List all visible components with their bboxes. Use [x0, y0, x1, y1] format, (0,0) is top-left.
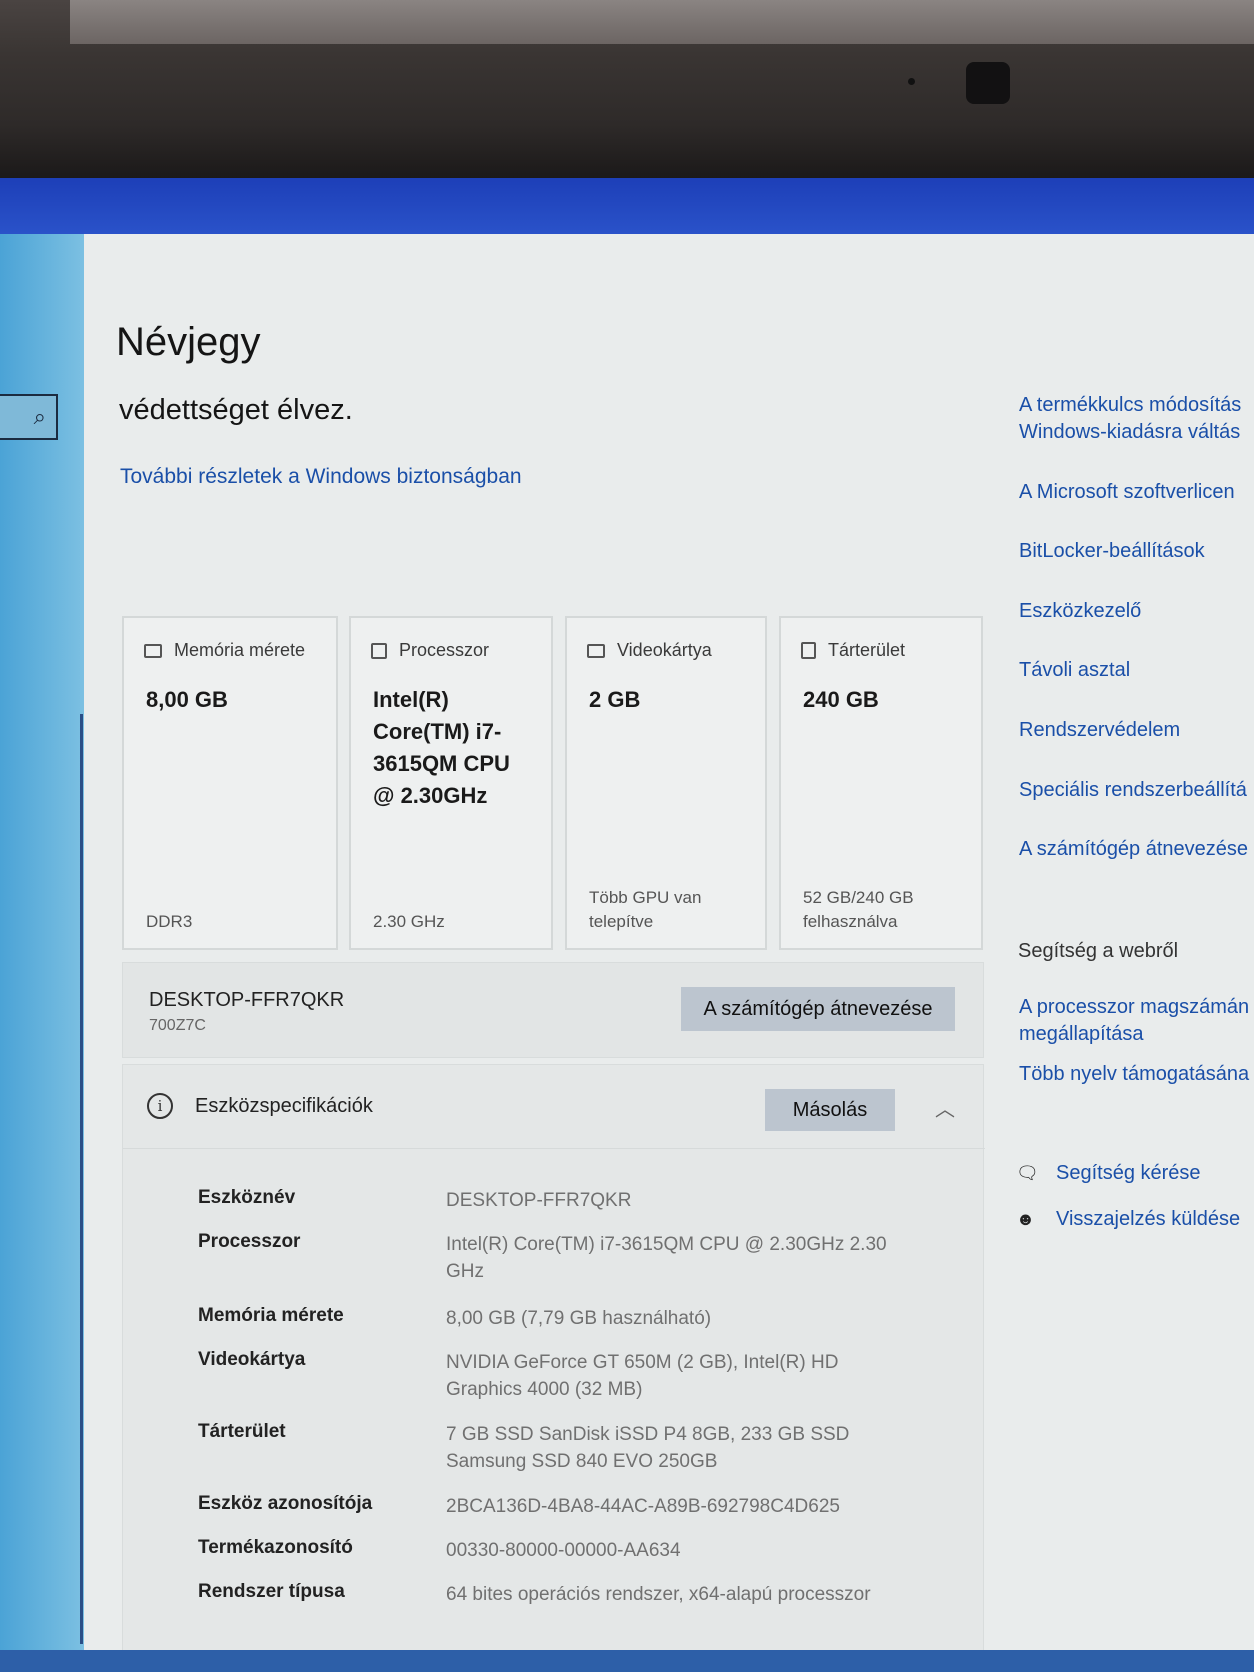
webcam	[966, 62, 1010, 104]
spec-key: Eszköznév	[198, 1187, 296, 1208]
card-label: Processzor	[399, 640, 490, 660]
device-manager-link[interactable]: Eszközkezelő	[1019, 600, 1141, 623]
bitlocker-link[interactable]: BitLocker-beállítások	[1019, 540, 1205, 563]
camera-led	[908, 78, 915, 85]
help-chat-icon: 🗨	[1016, 1162, 1039, 1183]
memory-card: Memória mérete 8,00 GB DDR3	[122, 616, 338, 950]
storage-card: Tárterület 240 GB 52 GB/240 GB felhaszná…	[779, 616, 983, 950]
card-value: Intel(R) Core(TM) i7-3615QM CPU @ 2.30GH…	[373, 687, 510, 808]
card-footer: DDR3	[146, 912, 193, 931]
device-model: 700Z7C	[149, 1017, 206, 1034]
rename-pc-link[interactable]: A számítógép átnevezése	[1019, 838, 1248, 861]
card-footer: Több GPU van telepítve	[589, 888, 702, 931]
bezel-top-strip	[70, 0, 1254, 44]
card-label: Videokártya	[617, 640, 712, 660]
spec-value: 2BCA136D-4BA8-44AC-A89B-692798C4D625	[446, 1496, 840, 1517]
card-footer: 2.30 GHz	[373, 912, 445, 931]
card-value: 240 GB	[803, 687, 879, 712]
info-icon: i	[147, 1093, 173, 1119]
remote-desktop-link[interactable]: Távoli asztal	[1019, 659, 1130, 682]
spec-key: Videokártya	[198, 1349, 306, 1370]
spec-value: Intel(R) Core(TM) i7-3615QM CPU @ 2.30GH…	[446, 1234, 887, 1282]
language-support-link[interactable]: Több nyelv támogatásána	[1019, 1063, 1249, 1086]
upgrade-edition-link[interactable]: Windows-kiadásra váltás	[1019, 421, 1240, 444]
processor-cores-link-line2[interactable]: megállapítása	[1019, 1023, 1144, 1046]
send-feedback-link[interactable]: ☻ Visszajelzés küldése	[1016, 1208, 1240, 1231]
device-name-row: DESKTOP-FFR7QKR 700Z7C A számítógép átne…	[122, 962, 984, 1058]
bottom-edge	[0, 1650, 1254, 1672]
get-help-label: Segítség kérése	[1056, 1162, 1201, 1184]
specs-title: Eszközspecifikációk	[195, 1095, 373, 1117]
spec-value: 00330-80000-00000-AA634	[446, 1540, 681, 1561]
processor-icon	[371, 642, 387, 659]
advanced-system-settings-link[interactable]: Speciális rendszerbeállítá	[1019, 779, 1247, 802]
license-terms-link[interactable]: A Microsoft szoftverlicen	[1019, 481, 1235, 504]
spec-value: NVIDIA GeForce GT 650M (2 GB), Intel(R) …	[446, 1352, 839, 1400]
card-value: 2 GB	[589, 687, 641, 712]
spec-value: DESKTOP-FFR7QKR	[446, 1190, 632, 1211]
rename-pc-button[interactable]: A számítógép átnevezése	[681, 987, 955, 1031]
gpu-icon	[587, 643, 605, 658]
processor-card: Processzor Intel(R) Core(TM) i7-3615QM C…	[349, 616, 553, 950]
card-value: 8,00 GB	[146, 687, 228, 712]
spec-value: 64 bites operációs rendszer, x64-alapú p…	[446, 1584, 871, 1605]
window-title-bar[interactable]	[0, 178, 1254, 234]
search-icon[interactable]: ⌕	[34, 404, 46, 430]
chevron-up-icon[interactable]: ︿	[935, 1093, 955, 1122]
about-page: Névjegy védettséget élvez. További részl…	[84, 234, 1254, 1654]
get-help-link[interactable]: 🗨 Segítség kérése	[1016, 1162, 1201, 1185]
protection-status-text: védettséget élvez.	[119, 394, 353, 426]
change-product-key-link[interactable]: A termékkulcs módosítás	[1019, 394, 1241, 417]
page-title: Névjegy	[116, 320, 261, 364]
system-protection-link[interactable]: Rendszervédelem	[1019, 719, 1180, 742]
device-specifications-section: i Eszközspecifikációk Másolás ︿ Eszközné…	[122, 1064, 985, 1654]
spec-value: 7 GB SSD SanDisk iSSD P4 8GB, 233 GB SSD…	[446, 1424, 850, 1472]
processor-cores-link[interactable]: A processzor magszámán	[1019, 996, 1249, 1019]
card-label: Memória mérete	[174, 640, 306, 660]
card-label: Tárterület	[828, 640, 906, 660]
storage-icon	[801, 642, 816, 659]
search-box[interactable]: ⌕	[0, 394, 58, 440]
spec-key: Rendszer típusa	[198, 1581, 345, 1602]
windows-security-link[interactable]: További részletek a Windows biztonságban	[120, 465, 522, 489]
nav-scrollbar[interactable]	[80, 714, 83, 1644]
feedback-icon: ☻	[1016, 1208, 1035, 1229]
send-feedback-label: Visszajelzés küldése	[1056, 1208, 1241, 1230]
memory-icon	[144, 643, 162, 658]
spec-key: Termékazonosító	[198, 1537, 353, 1558]
copy-button[interactable]: Másolás	[765, 1089, 895, 1131]
gpu-card: Videokártya 2 GB Több GPU van telepítve	[565, 616, 767, 950]
spec-key: Memória mérete	[198, 1305, 344, 1326]
spec-key: Eszköz azonosítója	[198, 1493, 373, 1514]
web-help-title: Segítség a webről	[1018, 940, 1179, 962]
spec-key: Processzor	[198, 1231, 301, 1252]
card-footer: 52 GB/240 GB felhasználva	[803, 888, 914, 931]
spec-key: Tárterület	[198, 1421, 286, 1442]
device-name: DESKTOP-FFR7QKR	[149, 989, 345, 1011]
spec-value: 8,00 GB (7,79 GB használható)	[446, 1308, 712, 1329]
specs-header[interactable]: i Eszközspecifikációk Másolás ︿	[123, 1065, 985, 1149]
settings-nav-pane: ⌕	[0, 234, 84, 1654]
laptop-bezel	[0, 0, 1254, 178]
